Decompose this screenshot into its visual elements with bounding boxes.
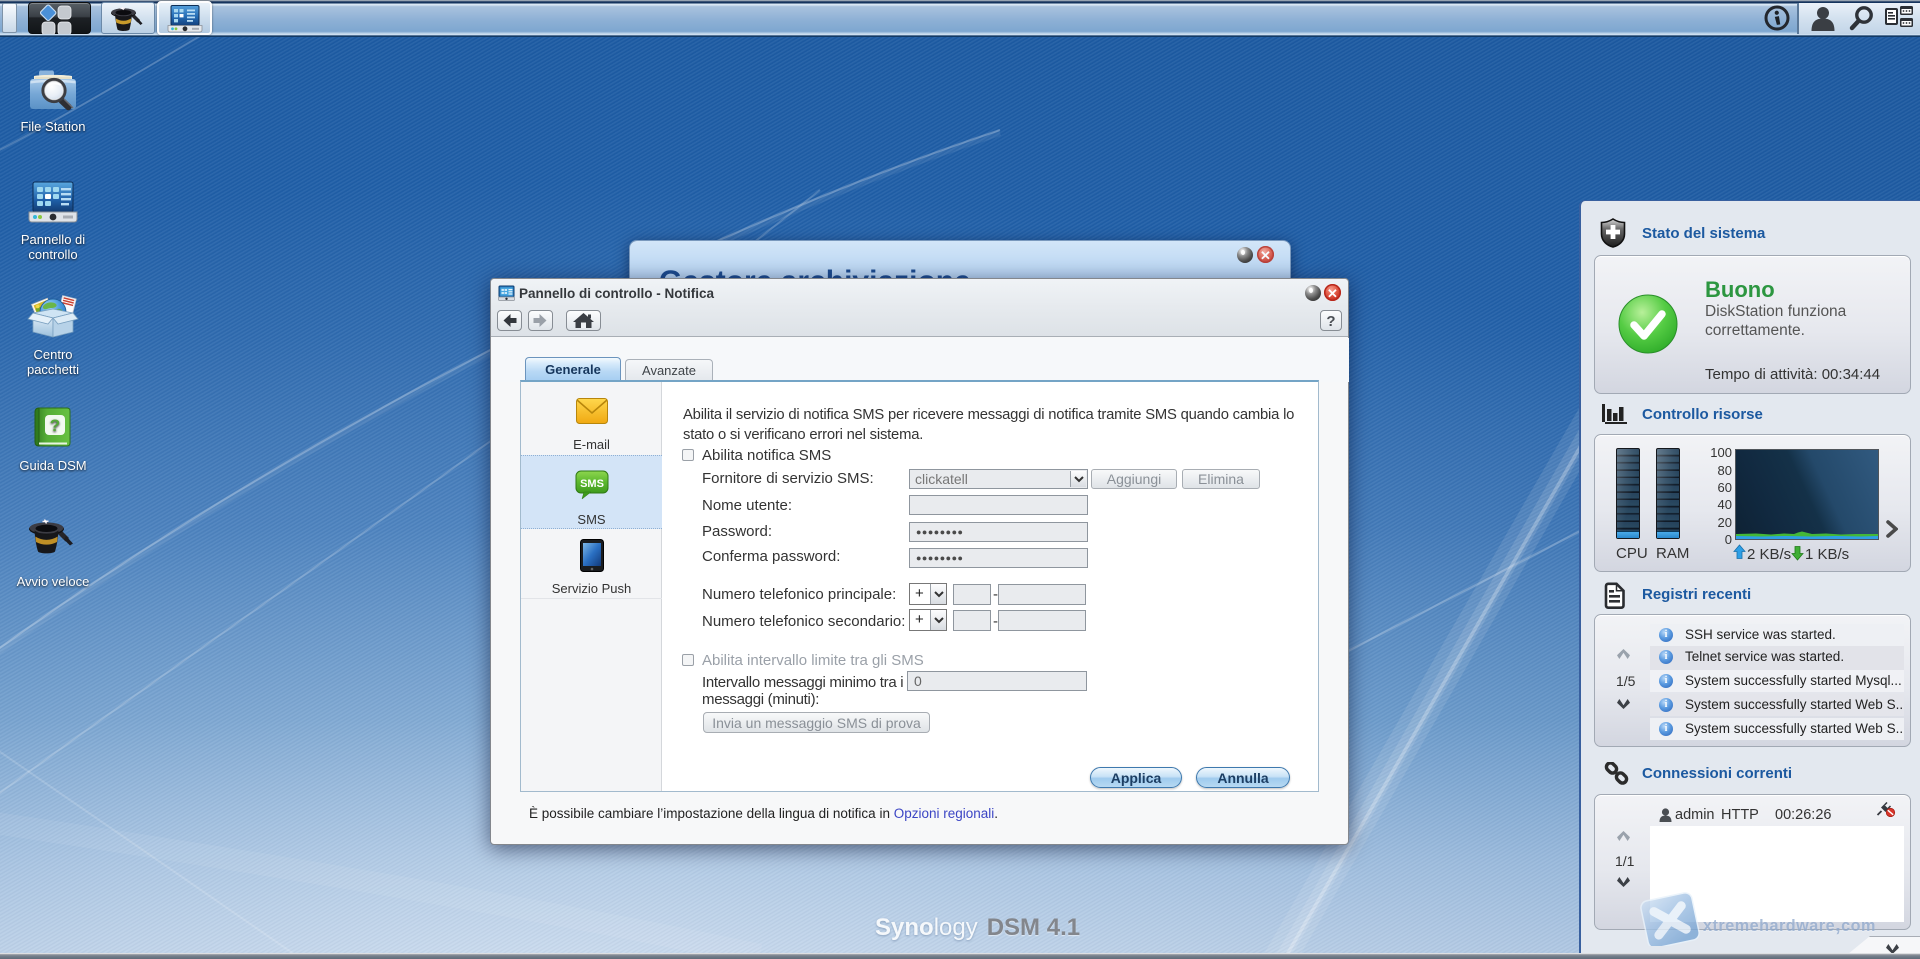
svg-text:?: ? [1326, 313, 1335, 330]
svg-text:?: ? [50, 416, 60, 435]
svg-text:SMS: SMS [580, 478, 604, 490]
